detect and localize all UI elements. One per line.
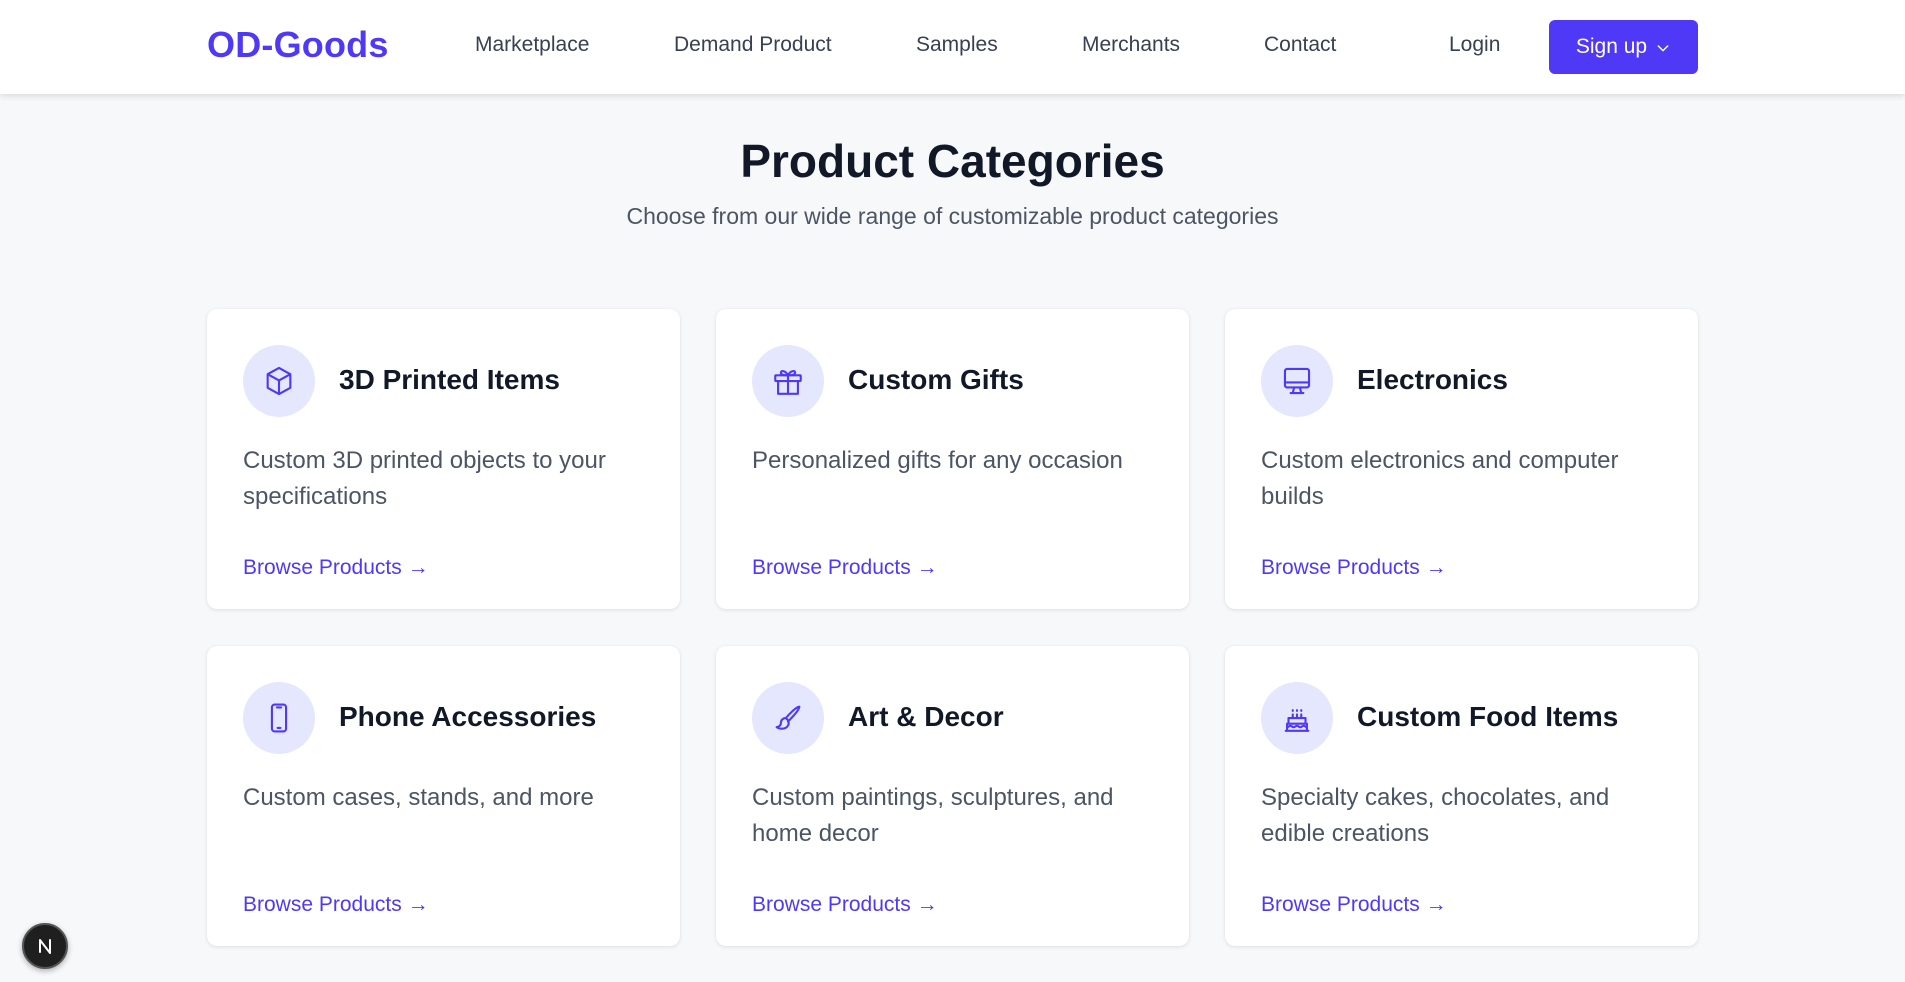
category-icon-badge: [243, 682, 315, 754]
nav-link-demand-product[interactable]: Demand Product: [674, 33, 832, 57]
cake-icon: [1284, 709, 1310, 732]
browse-products-link[interactable]: Browse Products →: [752, 556, 938, 580]
signup-button[interactable]: Sign up: [1549, 20, 1698, 74]
gift-icon: [774, 370, 802, 395]
page-title: Product Categories: [740, 135, 1165, 187]
nextjs-dev-badge[interactable]: [22, 923, 68, 969]
browse-products-link[interactable]: Browse Products →: [752, 893, 938, 917]
category-description: Custom electronics and computer builds: [1261, 447, 1619, 510]
browse-products-link[interactable]: Browse Products →: [243, 893, 429, 917]
brand-logo[interactable]: OD-Goods: [207, 24, 389, 66]
category-title: Phone Accessories: [339, 701, 597, 732]
page-subtitle: Choose from our wide range of customizab…: [626, 203, 1279, 229]
cube-icon: [266, 366, 292, 396]
category-icon-badge: [752, 345, 824, 417]
category-title: Custom Food Items: [1357, 701, 1619, 732]
nav-link-marketplace[interactable]: Marketplace: [475, 33, 589, 57]
signup-label: Sign up: [1575, 35, 1648, 58]
category-card-electronics[interactable]: Electronics Custom electronics and compu…: [1225, 309, 1698, 609]
login-link[interactable]: Login: [1449, 33, 1500, 57]
category-icon-badge: [752, 682, 824, 754]
category-description: Personalized gifts for any occasion: [752, 447, 1123, 474]
nav-link-samples[interactable]: Samples: [916, 33, 998, 57]
category-description: Custom cases, stands, and more: [243, 784, 594, 811]
nav-link-contact[interactable]: Contact: [1264, 33, 1336, 57]
top-navbar: OD-Goods Marketplace Demand Product Samp…: [0, 0, 1905, 94]
phone-icon: [270, 703, 288, 733]
category-icon-badge: [1261, 682, 1333, 754]
category-description: Custom paintings, sculptures, and home d…: [752, 784, 1114, 847]
nextjs-icon: [39, 939, 51, 954]
browse-products-link[interactable]: Browse Products →: [243, 556, 429, 580]
category-card-custom-food[interactable]: Custom Food Items Specialty cakes, choco…: [1225, 646, 1698, 946]
computer-icon: [1283, 367, 1311, 395]
category-card-art-decor[interactable]: Art & Decor Custom paintings, sculptures…: [716, 646, 1189, 946]
browse-products-link[interactable]: Browse Products →: [1261, 893, 1447, 917]
chevron-down-icon: [1657, 45, 1669, 52]
category-card-phone-accessories[interactable]: Phone Accessories Custom cases, stands, …: [207, 646, 680, 946]
category-grid: 3D Printed Items Custom 3D printed objec…: [207, 309, 1698, 946]
category-card-custom-gifts[interactable]: Custom Gifts Personalized gifts for any …: [716, 309, 1189, 609]
paintbrush-icon: [775, 705, 801, 730]
browse-products-link[interactable]: Browse Products →: [1261, 556, 1447, 580]
category-icon-badge: [243, 345, 315, 417]
category-description: Specialty cakes, chocolates, and edible …: [1261, 784, 1610, 847]
category-title: Custom Gifts: [848, 364, 1024, 395]
category-card-3d-printed[interactable]: 3D Printed Items Custom 3D printed objec…: [207, 309, 680, 609]
nav-link-merchants[interactable]: Merchants: [1082, 33, 1180, 57]
category-title: Electronics: [1357, 364, 1508, 395]
category-title: Art & Decor: [848, 701, 1004, 732]
category-icon-badge: [1261, 345, 1333, 417]
category-title: 3D Printed Items: [339, 364, 560, 395]
category-description: Custom 3D printed objects to your specif…: [243, 447, 606, 510]
